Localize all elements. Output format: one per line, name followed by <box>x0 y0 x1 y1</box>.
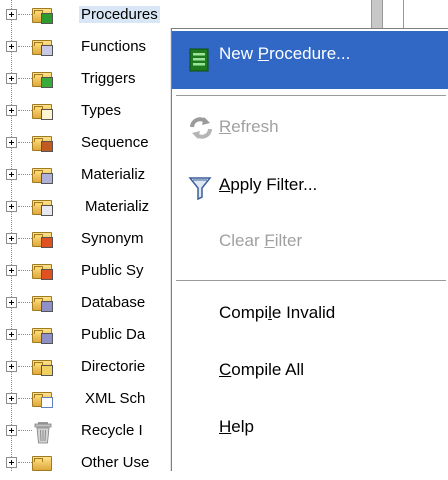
tree-item-label: Sequence <box>81 134 149 151</box>
expand-toggle-icon[interactable] <box>6 137 17 148</box>
tree-item-public-synonyms[interactable]: Public Sy <box>0 256 200 288</box>
tree-item-label: Public Da <box>81 326 146 343</box>
tree-item-materialized-views[interactable]: Materializ <box>0 160 200 192</box>
tree-item-label: Recycle I <box>81 422 143 439</box>
tree-item-triggers[interactable]: Triggers <box>0 64 200 96</box>
tree-item-procedures[interactable]: Procedures <box>0 0 200 32</box>
expand-toggle-icon[interactable] <box>6 329 17 340</box>
materialized-view-folder-icon <box>32 164 54 184</box>
tree-item-label: XML Sch <box>85 390 146 407</box>
expand-toggle-icon[interactable] <box>6 233 17 244</box>
context-menu: New Procedure... Refresh Apply Filter...… <box>171 28 448 471</box>
expand-toggle-icon[interactable] <box>6 201 17 212</box>
menu-separator <box>176 280 446 282</box>
menu-item-help[interactable]: Help <box>172 399 448 455</box>
tree-connector <box>18 14 32 16</box>
functions-folder-icon <box>32 36 54 56</box>
menu-item-new-procedure[interactable]: New Procedure... <box>172 31 448 89</box>
directories-folder-icon <box>32 356 54 376</box>
expand-toggle-icon[interactable] <box>6 265 17 276</box>
expand-toggle-icon[interactable] <box>6 425 17 436</box>
tree-item-label: Synonym <box>81 230 144 247</box>
triggers-folder-icon <box>32 68 54 88</box>
menu-item-label: Refresh <box>219 117 279 136</box>
expand-toggle-icon[interactable] <box>6 73 17 84</box>
tree-item-label: Types <box>81 102 122 119</box>
tree-connector <box>18 206 32 208</box>
database-links-folder-icon <box>32 292 54 312</box>
menu-item-compile-all[interactable]: Compile All <box>172 342 448 398</box>
tree-connector <box>18 142 32 144</box>
tree-item-other-users[interactable]: Other Use <box>0 448 200 480</box>
filter-icon <box>188 175 214 201</box>
menu-item-compile-invalid[interactable]: Compile Invalid <box>172 285 448 341</box>
tree-item-recycle-bin[interactable]: Recycle I <box>0 416 200 448</box>
tree-item-directories[interactable]: Directorie <box>0 352 200 384</box>
menu-item-clear-filter[interactable]: Clear Filter <box>172 213 448 269</box>
menu-item-label: Clear Filter <box>219 231 303 250</box>
tree-item-materialized-view-logs[interactable]: Materializ <box>0 192 200 224</box>
tree-item-public-database-links[interactable]: Public Da <box>0 320 200 352</box>
menu-item-label: Apply Filter... <box>219 175 318 194</box>
tree-item-types[interactable]: Types <box>0 96 200 128</box>
menu-item-label: New Procedure... <box>219 44 351 63</box>
tree-connector <box>18 398 32 400</box>
refresh-icon <box>188 115 214 141</box>
public-synonyms-folder-icon <box>32 260 54 280</box>
procedures-folder-icon <box>32 4 54 24</box>
tree-item-label: Triggers <box>81 70 136 87</box>
tree-connector <box>18 174 32 176</box>
types-folder-icon <box>32 100 54 120</box>
xml-schemas-folder-icon <box>32 388 54 408</box>
expand-toggle-icon[interactable] <box>6 297 17 308</box>
tree-connector <box>18 366 32 368</box>
menu-separator <box>176 95 446 97</box>
sequences-folder-icon <box>32 132 54 152</box>
tree-connector <box>18 238 32 240</box>
tree-item-label: Materializ <box>85 198 150 215</box>
tree-item-label: Materializ <box>81 166 146 183</box>
expand-toggle-icon[interactable] <box>6 169 17 180</box>
tree-connector <box>18 302 32 304</box>
expand-toggle-icon[interactable] <box>6 9 17 20</box>
tree-item-label: Other Use <box>81 454 150 471</box>
tree-connector <box>18 462 32 464</box>
expand-toggle-icon[interactable] <box>6 41 17 52</box>
tree-connector <box>18 334 32 336</box>
tree-item-xml-schemas[interactable]: XML Sch <box>0 384 200 416</box>
tree-item-synonyms[interactable]: Synonym <box>0 224 200 256</box>
tree-connector <box>18 270 32 272</box>
tree-connector <box>18 430 32 432</box>
tree-item-label: Directorie <box>81 358 146 375</box>
tree-item-label: Procedures <box>79 6 160 23</box>
other-users-folder-icon <box>32 452 54 472</box>
synonyms-folder-icon <box>32 228 54 248</box>
tree-connector <box>18 46 32 48</box>
menu-item-apply-filter[interactable]: Apply Filter... <box>172 157 448 213</box>
tree-item-label: Functions <box>81 38 147 55</box>
tree-connector <box>18 78 32 80</box>
expand-toggle-icon[interactable] <box>6 457 17 468</box>
recycle-bin-icon <box>32 420 54 444</box>
tree-item-functions[interactable]: Functions <box>0 32 200 64</box>
tree-item-label: Public Sy <box>81 262 144 279</box>
tree-item-sequences[interactable]: Sequence <box>0 128 200 160</box>
materialized-view-log-folder-icon <box>32 196 54 216</box>
menu-item-refresh[interactable]: Refresh <box>172 99 448 155</box>
expand-toggle-icon[interactable] <box>6 393 17 404</box>
tree-item-database-links[interactable]: Database <box>0 288 200 320</box>
menu-item-label: Compile Invalid <box>219 303 336 322</box>
tree-item-label: Database <box>81 294 146 311</box>
tree-connector <box>18 110 32 112</box>
public-database-links-folder-icon <box>32 324 54 344</box>
menu-item-label: Help <box>219 417 254 436</box>
expand-toggle-icon[interactable] <box>6 361 17 372</box>
menu-item-label: Compile All <box>219 360 305 379</box>
new-procedure-icon <box>188 47 214 73</box>
expand-toggle-icon[interactable] <box>6 105 17 116</box>
